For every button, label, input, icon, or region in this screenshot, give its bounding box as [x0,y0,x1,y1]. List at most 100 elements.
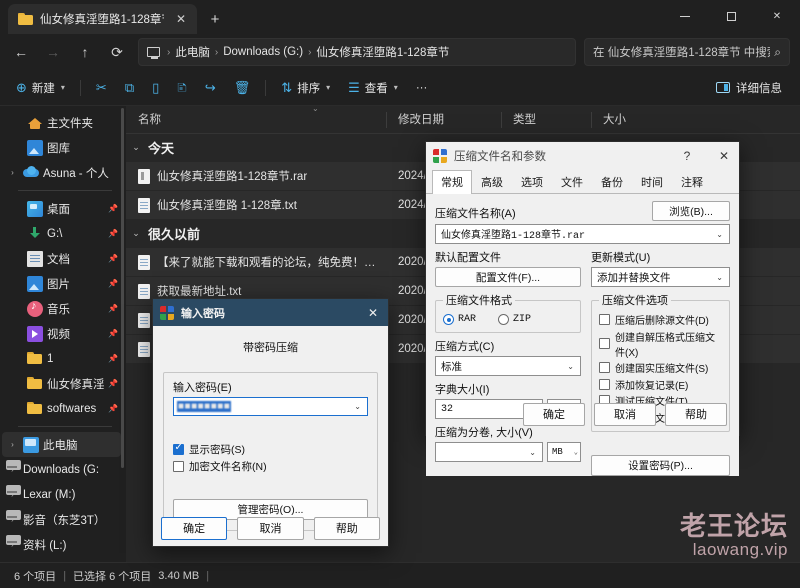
chevron-down-icon[interactable]: ⌄ [712,230,727,239]
sidebar-item-2[interactable]: › Asuna - 个人 [2,160,121,185]
chevron-down-icon[interactable]: ⌄ [130,228,142,239]
archive-option-3[interactable]: 添加恢复记录(E) [599,377,722,392]
sidebar-item-9[interactable]: › 视频 📌 [2,321,121,346]
sidebar-item-4[interactable]: › 桌面 📌 [2,196,121,221]
sidebar-item-1[interactable]: › 图库 [2,135,121,160]
pin-icon[interactable]: 📌 [108,354,118,363]
close-icon[interactable]: ✕ [358,299,388,327]
refresh-button[interactable]: ⟳ [102,38,132,66]
breadcrumb-item-0[interactable]: 此电脑 [175,44,210,60]
pin-icon[interactable]: 📌 [108,304,118,313]
paste-button[interactable]: ▯ [144,74,167,102]
maximize-button[interactable] [708,0,754,32]
tab-文件[interactable]: 文件 [552,170,592,194]
sidebar-item-16[interactable]: ›Lexar (M:) [2,482,121,507]
column-header-type[interactable]: 类型 [501,106,591,134]
up-button[interactable]: ↑ [70,38,100,66]
tab-注释[interactable]: 注释 [672,170,712,194]
chevron-right-icon[interactable]: › [6,440,19,449]
tab-高级[interactable]: 高级 [472,170,512,194]
tab-常规[interactable]: 常规 [432,170,472,194]
sidebar-item-5[interactable]: › G:\ 📌 [2,221,121,246]
chevron-down-icon[interactable]: ⌄ [130,142,142,153]
profile-button[interactable]: 配置文件(F)... [435,267,581,287]
update-mode-select[interactable]: 添加并替换文件 ⌄ [591,267,730,287]
pin-icon[interactable]: 📌 [108,404,118,413]
archive-option-1[interactable]: 创建自解压格式压缩文件(X) [599,329,722,359]
pin-icon[interactable]: 📌 [108,254,118,263]
pin-icon[interactable]: 📌 [108,279,118,288]
tab-时间[interactable]: 时间 [632,170,672,194]
pin-icon[interactable]: 📌 [108,379,118,388]
pin-icon[interactable]: 📌 [108,329,118,338]
sidebar-item-11[interactable]: › 仙女修真淫堕📌 [2,371,121,396]
ok-button[interactable]: 确定 [523,402,585,426]
sidebar-item-12[interactable]: › softwares 📌 [2,396,121,421]
sidebar-item-17[interactable]: ›影音（东芝3T） [2,507,121,532]
rename-button[interactable]: 🗈 [169,74,195,102]
breadcrumb[interactable]: › 此电脑 › Downloads (G:) › 仙女修真淫堕路1-128章节 [138,38,576,66]
split-unit-select[interactable]: MB ⌄ [547,442,581,462]
search-input[interactable]: 在 仙女修真淫堕路1-128章节 中搜索 ⌕ [584,38,790,66]
cancel-button[interactable]: 取消 [237,516,304,540]
set-password-button[interactable]: 设置密码(P)... [591,455,730,476]
close-icon[interactable]: ✕ [171,9,191,29]
new-button[interactable]: ⊕ 新建 ▾ [8,74,73,102]
split-size-input[interactable]: ⌄ [435,442,543,462]
password-dialog-footer: 确定 取消 帮助 [153,510,388,546]
tab-选项[interactable]: 选项 [512,170,552,194]
tab-备份[interactable]: 备份 [592,170,632,194]
method-select[interactable]: 标准 ⌄ [435,356,581,376]
ok-button[interactable]: 确定 [161,516,228,540]
format-radio-rar[interactable]: RAR [443,314,476,325]
minimize-button[interactable] [662,0,708,32]
sort-button[interactable]: ⇅ 排序 ▾ [273,74,338,102]
sidebar-item-7[interactable]: › 图片 📌 [2,271,121,296]
chevron-down-icon[interactable]: ⌄ [525,448,540,457]
copy-button[interactable]: ⧉ [117,74,142,102]
nav-scrollbar[interactable] [121,108,124,468]
breadcrumb-item-1[interactable]: Downloads (G:) [223,46,303,58]
archive-option-2[interactable]: 创建固实压缩文件(S) [599,360,722,375]
close-button[interactable]: ✕ [754,0,800,32]
help-button[interactable]: 帮助 [313,516,380,540]
breadcrumb-item-2[interactable]: 仙女修真淫堕路1-128章节 [316,44,449,60]
chevron-right-icon[interactable]: › [6,168,19,177]
delete-button[interactable]: 🗑 [226,74,259,102]
archive-name-input[interactable]: 仙女修真淫堕路1-128章节.rar ⌄ [435,224,730,244]
encrypt-filenames-checkbox[interactable]: 加密文件名称(N) [173,459,368,474]
sidebar-item-8[interactable]: › 音乐 📌 [2,296,121,321]
column-header-name[interactable]: 名称 [126,106,386,134]
sidebar-item-10[interactable]: › 1 📌 [2,346,121,371]
chevron-down-icon[interactable]: ⌄ [712,273,727,282]
sidebar-item-0[interactable]: › 主文件夹 [2,110,121,135]
format-radio-zip[interactable]: ZIP [498,314,531,325]
details-pane-button[interactable]: 详细信息 [708,74,790,102]
chevron-down-icon[interactable]: ⌄ [563,362,578,371]
new-tab-button[interactable]: + [201,5,229,33]
close-icon[interactable]: ✕ [709,142,739,170]
password-input[interactable]: ■■■■■■■■ ⌄ [173,397,368,416]
chevron-down-icon[interactable]: ⌄ [350,402,365,411]
cut-button[interactable]: ✂ [88,74,115,102]
pin-icon[interactable]: 📌 [108,229,118,238]
pin-icon[interactable]: 📌 [108,204,118,213]
explorer-tab[interactable]: 仙女修真淫堕路1-128章节 ✕ [8,4,197,34]
more-button[interactable]: ··· [408,74,436,102]
forward-button[interactable]: → [38,38,68,66]
view-button[interactable]: ☰ 查看 ▾ [340,74,406,102]
sidebar-item-6[interactable]: › 文档 📌 [2,246,121,271]
sidebar-item-18[interactable]: ›资料 (L:) [2,532,121,557]
help-button[interactable]: 帮助 [665,402,727,426]
help-icon[interactable]: ? [672,142,702,170]
show-password-checkbox[interactable]: 显示密码(S) [173,442,368,457]
column-header-size[interactable]: 大小 [591,106,666,134]
archive-option-0[interactable]: 压缩后删除源文件(D) [599,312,722,327]
column-header-date[interactable]: 修改日期 [386,106,501,134]
browse-button[interactable]: 浏览(B)... [652,201,730,221]
share-button[interactable]: ↪ [197,74,224,102]
cancel-button[interactable]: 取消 [594,402,656,426]
sidebar-item-15[interactable]: ›Downloads (G: [2,457,121,482]
sidebar-item-14[interactable]: › 此电脑 [2,432,121,457]
back-button[interactable]: ← [6,38,36,66]
